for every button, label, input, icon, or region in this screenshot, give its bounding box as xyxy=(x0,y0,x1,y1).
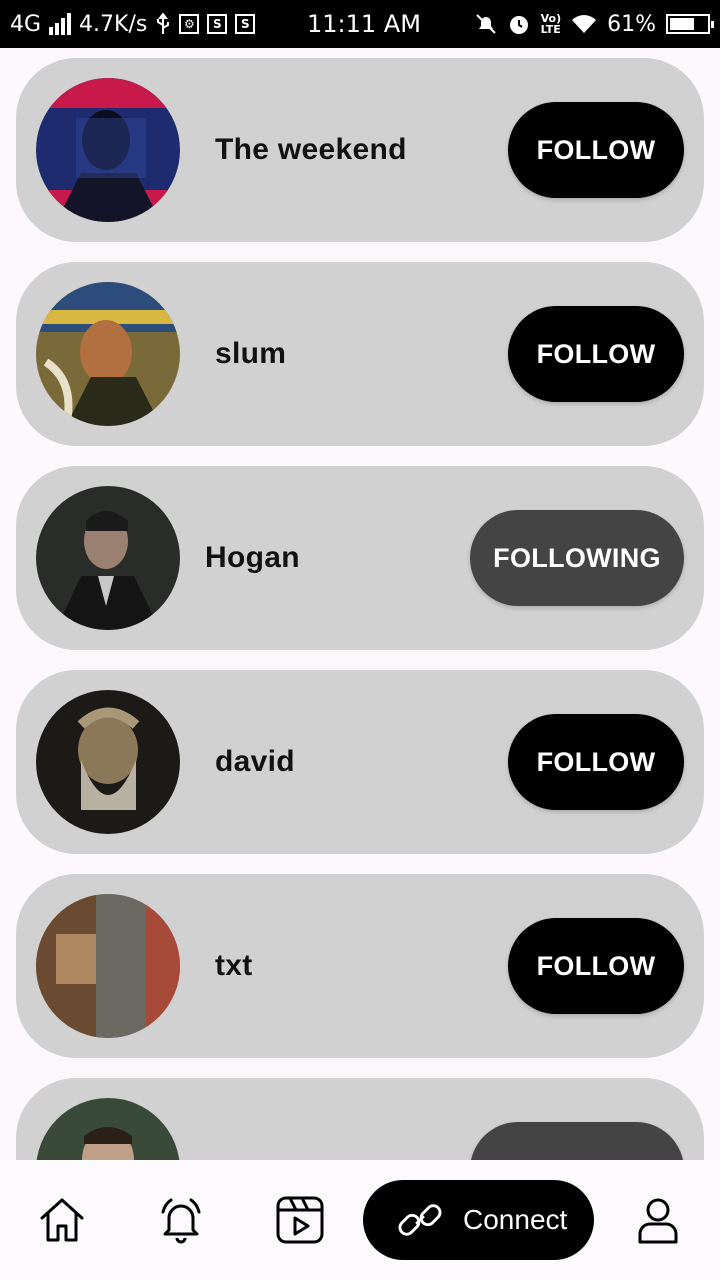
username: txt xyxy=(215,949,253,982)
mute-bell-icon xyxy=(475,13,497,35)
volte-icon: Vo) LTE xyxy=(540,12,562,36)
status-left: 4G 4.7K/s ⚙ S S xyxy=(10,0,256,48)
follow-button[interactable]: FOLLOW xyxy=(508,306,684,402)
username: The weekend xyxy=(215,133,407,166)
follow-button[interactable]: FOLLOW xyxy=(508,714,684,810)
s-notification-icon-2: S xyxy=(235,14,256,34)
username: slum xyxy=(215,337,287,370)
battery-icon xyxy=(666,14,714,34)
s-notification-icon: S xyxy=(207,14,228,34)
follow-button[interactable]: FOLLOW xyxy=(508,102,684,198)
following-button[interactable]: FOLLOWING xyxy=(470,510,684,606)
link-icon xyxy=(398,1204,442,1236)
bottom-navigation: Connect xyxy=(0,1160,720,1280)
profile-icon[interactable] xyxy=(628,1190,688,1250)
user-card: slum FOLLOW xyxy=(16,262,704,446)
following-button[interactable] xyxy=(470,1122,684,1160)
home-icon[interactable] xyxy=(32,1190,92,1250)
status-time: 11:11 AM xyxy=(307,10,421,38)
wifi-icon xyxy=(571,14,597,34)
avatar xyxy=(36,486,180,630)
network-speed: 4.7K/s xyxy=(79,11,148,37)
connect-label: Connect xyxy=(463,1204,568,1235)
status-bar: 4G 4.7K/s ⚙ S S 11:11 AM Vo) LTE 61% xyxy=(0,0,720,48)
user-card xyxy=(16,1078,704,1160)
avatar xyxy=(36,78,180,222)
user-card: txt FOLLOW xyxy=(16,874,704,1058)
avatar xyxy=(36,894,180,1038)
username: david xyxy=(215,745,295,778)
usb-icon xyxy=(155,13,171,35)
user-card: david FOLLOW xyxy=(16,670,704,854)
video-icon[interactable] xyxy=(270,1190,330,1250)
user-list[interactable]: The weekend FOLLOW slum FOLLOW Hogan FOL… xyxy=(0,48,720,1160)
signal-icon xyxy=(49,13,72,35)
user-card: Hogan FOLLOWING xyxy=(16,466,704,650)
connect-tab[interactable]: Connect xyxy=(363,1180,594,1260)
avatar xyxy=(36,1098,180,1160)
network-type: 4G xyxy=(10,11,42,37)
user-card: The weekend FOLLOW xyxy=(16,58,704,242)
avatar xyxy=(36,282,180,426)
app-notification-icon: ⚙ xyxy=(179,14,200,34)
battery-percent: 61% xyxy=(607,11,656,37)
avatar xyxy=(36,690,180,834)
username: Hogan xyxy=(205,541,300,574)
status-right: Vo) LTE 61% xyxy=(475,0,714,48)
bell-icon[interactable] xyxy=(151,1190,211,1250)
alarm-icon xyxy=(507,12,531,36)
follow-button[interactable]: FOLLOW xyxy=(508,918,684,1014)
